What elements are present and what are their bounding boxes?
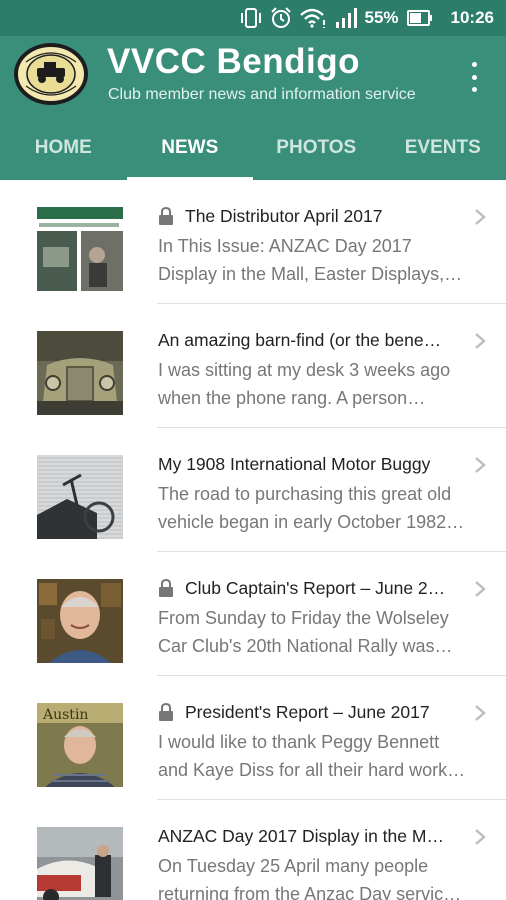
barn-find-car-thumbnail — [37, 331, 123, 415]
vvcc-logo[interactable] — [12, 40, 90, 108]
battery-icon — [406, 10, 433, 26]
list-item[interactable]: Austin President's Report – June 2017 I … — [0, 676, 506, 800]
lock-icon — [159, 579, 173, 597]
chevron-right-icon — [475, 333, 486, 349]
news-summary: On Tuesday 25 April many people returnin… — [158, 856, 462, 900]
list-item[interactable]: Club Captain's Report – June 2… From Sun… — [0, 552, 506, 676]
news-summary: I was sitting at my desk 3 weeks ago whe… — [158, 360, 451, 408]
chevron-right-icon — [475, 705, 486, 721]
president-photo: Austin — [37, 703, 123, 787]
vibrate-icon — [240, 8, 262, 28]
news-title: The Distributor April 2017 — [185, 205, 383, 226]
tab-home[interactable]: HOME — [0, 116, 127, 180]
overflow-menu-icon[interactable] — [468, 62, 480, 92]
news-summary: The road to purchasing this great old ve… — [158, 484, 465, 532]
battery-percent: 55% — [364, 8, 399, 27]
tab-bar: HOME NEWS PHOTOS EVENTS — [0, 116, 506, 180]
lock-icon — [159, 207, 173, 225]
motor-buggy-thumbnail — [37, 455, 123, 539]
news-summary: I would like to thank Peggy Bennett and … — [158, 732, 466, 780]
app-title: VVCC Bendigo — [107, 42, 360, 81]
tab-news[interactable]: NEWS — [126, 116, 254, 180]
signal-icon — [334, 8, 358, 28]
news-title: ANZAC Day 2017 Display in the M… — [158, 825, 444, 846]
news-summary: In This Issue: ANZAC Day 2017 Display in… — [158, 236, 463, 284]
news-summary: From Sunday to Friday the Wolseley Car C… — [158, 608, 453, 656]
chevron-right-icon — [475, 581, 486, 597]
tab-events[interactable]: EVENTS — [380, 116, 506, 180]
app-bar: VVCC Bendigo Club member news and inform… — [0, 36, 506, 116]
list-item[interactable]: An amazing barn-find (or the bene… I was… — [0, 304, 506, 428]
alarm-icon — [270, 7, 292, 29]
news-title: President's Report – June 2017 — [185, 701, 430, 722]
list-item[interactable]: The Distributor April 2017 In This Issue… — [0, 180, 506, 304]
app-subtitle: Club member news and information service — [108, 86, 416, 103]
clock: 10:26 — [450, 8, 494, 27]
anzac-display-thumbnail — [37, 827, 123, 900]
news-list: The Distributor April 2017 In This Issue… — [0, 180, 506, 900]
wifi-icon — [300, 8, 326, 28]
news-title: An amazing barn-find (or the bene… — [158, 329, 442, 350]
newsletter-thumbnail — [37, 207, 123, 291]
chevron-right-icon — [475, 209, 486, 225]
chevron-right-icon — [475, 829, 486, 845]
list-item[interactable]: ANZAC Day 2017 Display in the M… On Tues… — [0, 800, 506, 900]
tab-photos[interactable]: PHOTOS — [253, 116, 380, 180]
list-item[interactable]: My 1908 International Motor Buggy The ro… — [0, 428, 506, 552]
chevron-right-icon — [475, 457, 486, 473]
svg-text:Austin: Austin — [42, 707, 88, 723]
news-title: My 1908 International Motor Buggy — [158, 453, 431, 474]
status-bar: 55% 10:26 — [0, 0, 506, 36]
news-title: Club Captain's Report – June 2… — [185, 577, 446, 598]
lock-icon — [159, 703, 173, 721]
club-captain-photo — [37, 579, 123, 663]
